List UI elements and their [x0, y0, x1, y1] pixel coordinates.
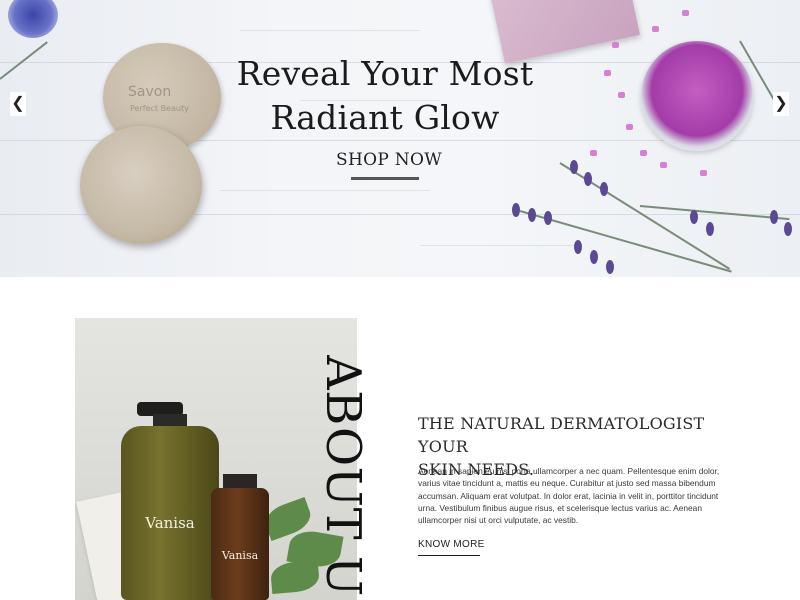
large-bottle-brand: Vanisa: [145, 514, 195, 532]
hero-title: Reveal Your Most Radiant Glow: [200, 52, 570, 140]
shop-now-link[interactable]: SHOP NOW: [334, 150, 444, 170]
small-bottle-brand: Vanisa: [221, 549, 259, 562]
chevron-right-icon: ❯: [774, 95, 788, 112]
know-more-underline: [418, 555, 480, 556]
know-more-link[interactable]: KNOW MORE: [418, 539, 485, 550]
hero-title-line: Radiant Glow: [270, 98, 500, 137]
hero-title-line: Reveal Your Most: [236, 54, 534, 93]
shop-now-underline: [351, 177, 419, 180]
slider-next-button[interactable]: ❯: [773, 92, 789, 116]
soap-brand-text: Savon: [128, 84, 172, 100]
about-us-vertical-title: ABOUT US: [323, 355, 409, 600]
about-description: Aenean in sapien eu nisi porta ullamcorp…: [418, 466, 720, 526]
hero-banner: Savon Perfect Beauty Reveal Your Most Ra…: [0, 0, 800, 277]
about-product-image: Vanisa Vanisa: [75, 318, 357, 600]
soap-bar-image: [80, 126, 202, 244]
soap-sub-text: Perfect Beauty: [130, 104, 189, 113]
about-heading-line: THE NATURAL DERMATOLOGIST YOUR: [418, 414, 705, 456]
large-bottle-image: [121, 426, 219, 600]
small-bottle-image: [211, 488, 269, 600]
slider-prev-button[interactable]: ❮: [10, 92, 26, 116]
flower-stem: [0, 41, 48, 80]
bath-salt-bowl-image: [641, 41, 753, 151]
about-us-title-text: ABOUT US: [323, 355, 371, 600]
cornflower-decoration: [8, 0, 58, 38]
chevron-left-icon: ❮: [11, 95, 25, 112]
